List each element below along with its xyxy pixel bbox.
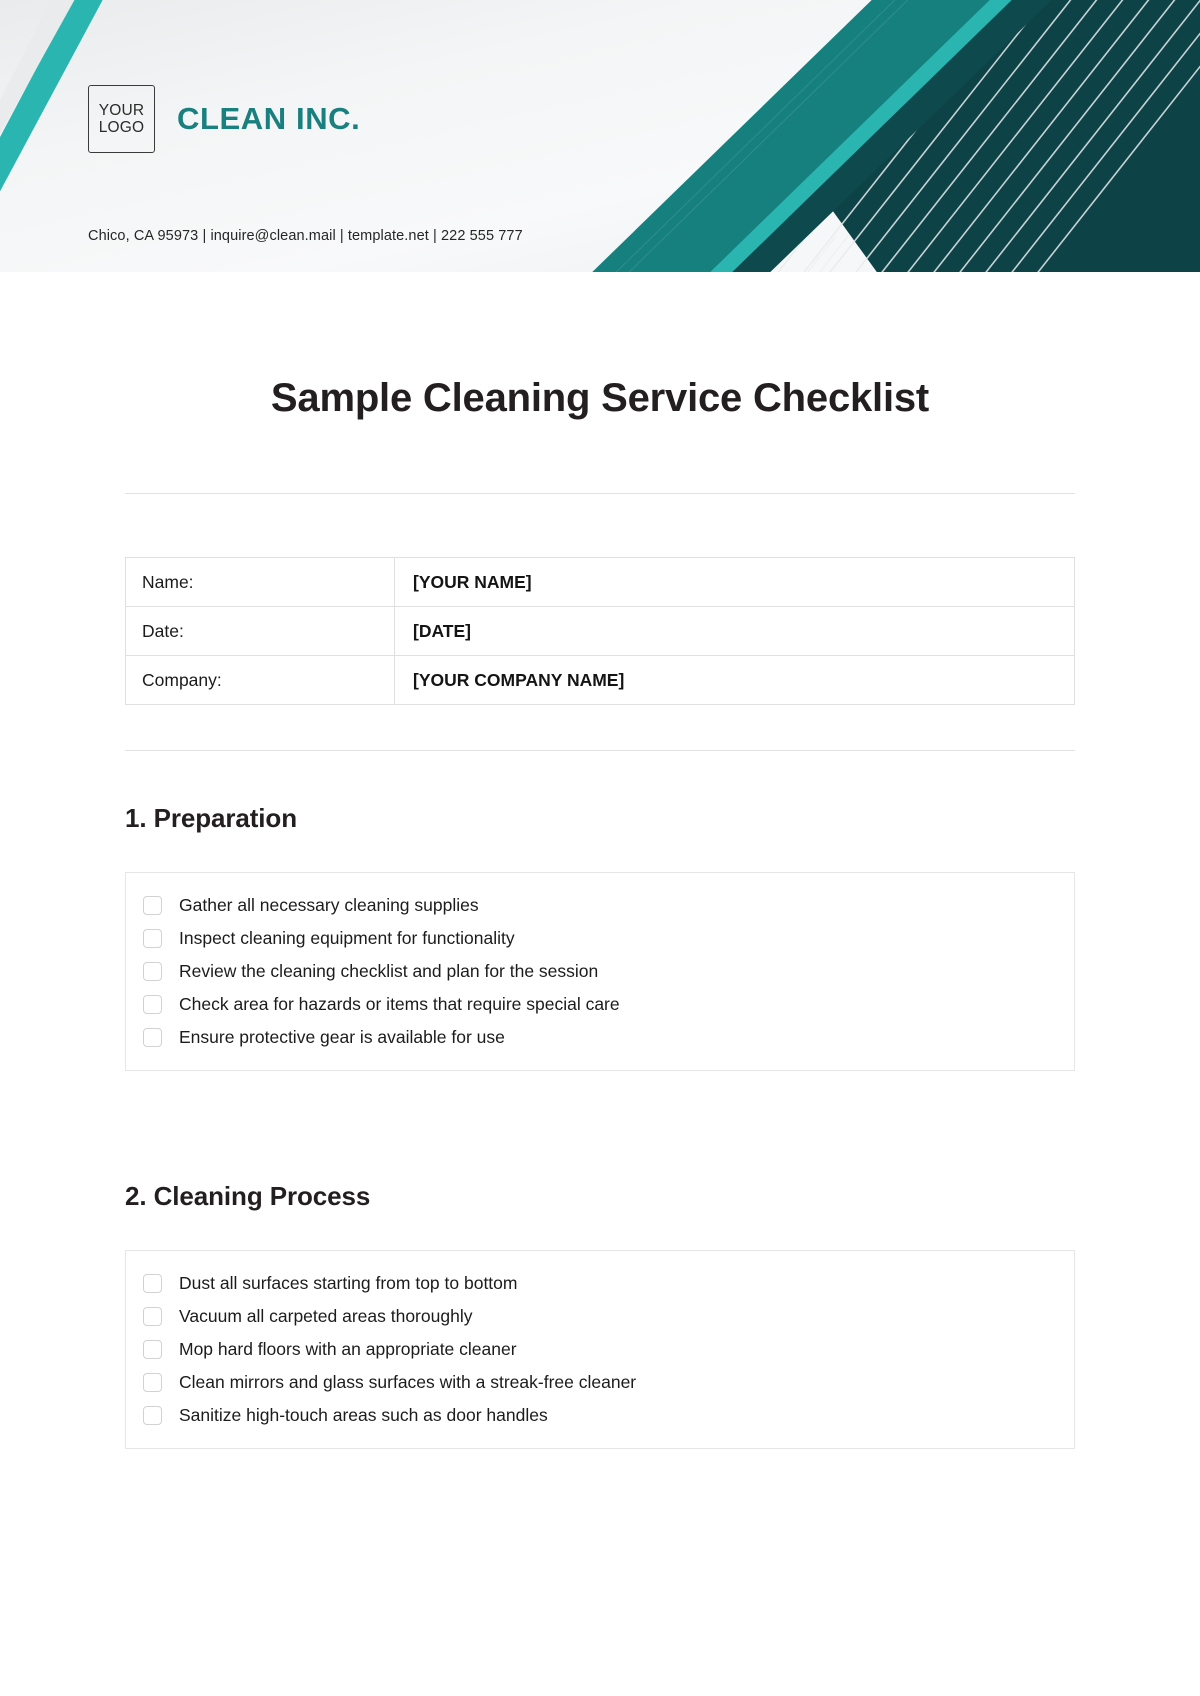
checkbox-icon[interactable] xyxy=(143,1340,162,1359)
info-label-company: Company: xyxy=(125,655,395,705)
list-item[interactable]: Clean mirrors and glass surfaces with a … xyxy=(126,1366,1074,1399)
list-item-label: Check area for hazards or items that req… xyxy=(179,994,620,1014)
list-item-label: Gather all necessary cleaning supplies xyxy=(179,895,479,915)
logo-line-2: LOGO xyxy=(98,119,145,136)
list-item-label: Review the cleaning checklist and plan f… xyxy=(179,961,599,981)
list-item-label: Dust all surfaces starting from top to b… xyxy=(179,1273,518,1293)
checkbox-icon[interactable] xyxy=(143,1406,162,1425)
table-row: Date: [DATE] xyxy=(125,606,1075,656)
list-item-label: Inspect cleaning equipment for functiona… xyxy=(179,928,515,948)
logo-and-brand: YOUR LOGO CLEAN INC. xyxy=(88,85,360,153)
list-item[interactable]: Review the cleaning checklist and plan f… xyxy=(126,955,1074,988)
info-table: Name: [YOUR NAME] Date: [DATE] Company: … xyxy=(125,557,1075,705)
list-item-label: Sanitize high-touch areas such as door h… xyxy=(179,1405,548,1425)
table-row: Company: [YOUR COMPANY NAME] xyxy=(125,655,1075,705)
list-item[interactable]: Vacuum all carpeted areas thoroughly xyxy=(126,1300,1074,1333)
table-row: Name: [YOUR NAME] xyxy=(125,557,1075,607)
list-item[interactable]: Dust all surfaces starting from top to b… xyxy=(126,1267,1074,1300)
document-body: Sample Cleaning Service Checklist Name: … xyxy=(0,272,1200,1449)
checkbox-icon[interactable] xyxy=(143,896,162,915)
list-item[interactable]: Sanitize high-touch areas such as door h… xyxy=(126,1399,1074,1432)
list-item-label: Ensure protective gear is available for … xyxy=(179,1027,505,1047)
checkbox-icon[interactable] xyxy=(143,1274,162,1293)
list-item-label: Vacuum all carpeted areas thoroughly xyxy=(179,1306,473,1326)
title-divider xyxy=(125,493,1075,494)
checkbox-icon[interactable] xyxy=(143,962,162,981)
checkbox-icon[interactable] xyxy=(143,1307,162,1326)
list-item[interactable]: Check area for hazards or items that req… xyxy=(126,988,1074,1021)
list-item[interactable]: Gather all necessary cleaning supplies xyxy=(126,889,1074,922)
info-value-date[interactable]: [DATE] xyxy=(394,606,1075,656)
list-item-label: Mop hard floors with an appropriate clea… xyxy=(179,1339,517,1359)
section-heading-preparation: 1. Preparation xyxy=(125,803,297,833)
checkbox-icon[interactable] xyxy=(143,1028,162,1047)
logo-line-1: YOUR xyxy=(98,101,145,119)
info-value-name[interactable]: [YOUR NAME] xyxy=(394,557,1075,607)
list-item[interactable]: Inspect cleaning equipment for functiona… xyxy=(126,922,1074,955)
checklist-preparation: Gather all necessary cleaning supplies I… xyxy=(125,872,1075,1071)
info-value-company[interactable]: [YOUR COMPANY NAME] xyxy=(394,655,1075,705)
your-logo-placeholder-icon: YOUR LOGO xyxy=(88,85,155,153)
document-header: YOUR LOGO CLEAN INC. Chico, CA 95973 | i… xyxy=(0,0,1200,272)
info-label-date: Date: xyxy=(125,606,395,656)
info-label-name: Name: xyxy=(125,557,395,607)
checkbox-icon[interactable] xyxy=(143,929,162,948)
list-item-label: Clean mirrors and glass surfaces with a … xyxy=(179,1372,637,1392)
checkbox-icon[interactable] xyxy=(143,995,162,1014)
contact-info-line: Chico, CA 95973 | inquire@clean.mail | t… xyxy=(88,228,523,244)
list-item[interactable]: Mop hard floors with an appropriate clea… xyxy=(126,1333,1074,1366)
checklist-cleaning-process: Dust all surfaces starting from top to b… xyxy=(125,1250,1075,1449)
brand-name: CLEAN INC. xyxy=(177,101,361,136)
page-title: Sample Cleaning Service Checklist xyxy=(270,376,930,420)
list-item[interactable]: Ensure protective gear is available for … xyxy=(126,1021,1074,1054)
section-heading-cleaning-process: 2. Cleaning Process xyxy=(125,1181,371,1211)
checkbox-icon[interactable] xyxy=(143,1373,162,1392)
